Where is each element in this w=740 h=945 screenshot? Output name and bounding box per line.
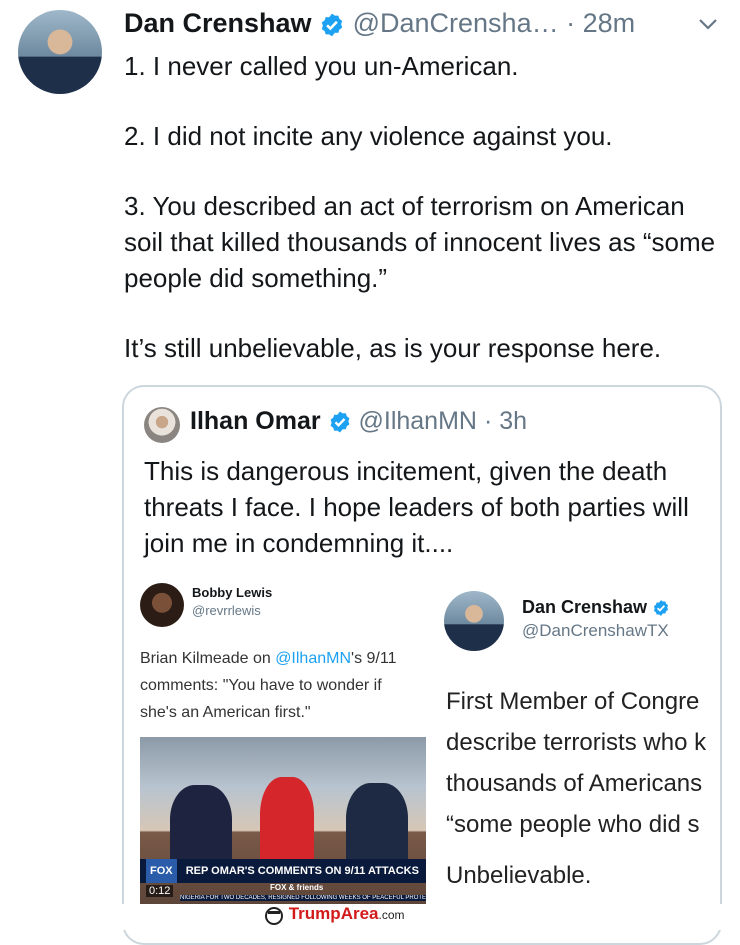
author-handle[interactable]: @DanCrensha…: [353, 8, 559, 38]
ilhan-mention-link[interactable]: @IlhanMN: [275, 650, 351, 667]
screenshot-line-1: First Member of Congre: [446, 688, 700, 715]
crenshaw-screenshot-text: First Member of Congre describe terroris…: [446, 681, 720, 896]
quoted-tweet-text: This is dangerous incitement, given the …: [144, 456, 689, 558]
screenshot-line-4: “some people who did s: [446, 811, 700, 838]
header-separator: ·: [566, 8, 576, 38]
tweet-paragraph-2: 2. I did not incite any violence against…: [124, 121, 613, 151]
screenshot-line-2: describe terrorists who k: [446, 729, 707, 756]
screenshot-line-3: thousands of Americans: [446, 770, 703, 797]
fox-network-logo: FOX: [146, 859, 177, 883]
author-avatar[interactable]: [18, 10, 102, 94]
quoted-author-handle: @IlhanMN: [358, 407, 477, 435]
video-duration: 0:12: [146, 885, 174, 897]
crenshaw-name-small: Dan Crenshaw: [522, 597, 670, 618]
watermark-tld: .com: [378, 908, 405, 922]
verified-badge-icon: [654, 600, 669, 617]
trumparea-watermark: TrumpArea.com: [264, 904, 405, 925]
crenshaw-avatar-small: [444, 591, 504, 651]
chevron-down-icon[interactable]: [697, 16, 719, 32]
watermark-brand-a: Trump: [288, 904, 341, 923]
bobby-lewis-text: Brian Kilmeade on @IlhanMN's 9/11 commen…: [140, 645, 420, 726]
quoted-tweet-header: Ilhan Omar @IlhanMN · 3h: [190, 407, 710, 436]
host-figure: [260, 777, 314, 871]
bobby-lewis-handle: @revrrlewis: [192, 603, 261, 618]
text-prefix: Brian Kilmeade on: [140, 650, 276, 667]
watermark-brand-b: Area: [340, 904, 379, 923]
chyron-text: REP OMAR'S COMMENTS ON 9/11 ATTACKS: [185, 865, 419, 877]
verified-badge-icon: [330, 411, 349, 433]
fox-video-thumbnail[interactable]: FOX REP OMAR'S COMMENTS ON 9/11 ATTACKS …: [140, 737, 426, 907]
tweet-paragraph-3: 3. You described an act of terrorism on …: [124, 191, 716, 293]
verified-badge-icon: [321, 13, 343, 37]
news-ticker: NIGERIA FOR TWO DECADES, RESIGNED FOLLOW…: [180, 895, 426, 901]
host-figure: [346, 783, 408, 871]
bobby-lewis-name: Bobby Lewis: [192, 585, 273, 600]
crenshaw-handle-small: @DanCrenshawTX: [522, 621, 669, 640]
quoted-author-name: Ilhan Omar: [190, 407, 321, 435]
quoted-separator: ·: [483, 407, 493, 435]
bobby-lewis-avatar: [140, 583, 184, 627]
program-label: FOX & friends: [270, 883, 324, 892]
quoted-timestamp: 3h: [499, 407, 528, 435]
quoted-author-avatar: [144, 407, 180, 443]
trumparea-logo-icon: [265, 906, 283, 925]
screenshot-closing: Unbelievable.: [446, 862, 592, 889]
crenshaw-name-text: Dan Crenshaw: [522, 597, 648, 617]
author-name[interactable]: Dan Crenshaw: [124, 8, 312, 38]
left-embedded-screenshot[interactable]: Bobby Lewis @revrrlewis Brian Kilmeade o…: [126, 577, 426, 907]
tweet-timestamp[interactable]: 28m: [583, 8, 636, 38]
tweet-header: Dan Crenshaw @DanCrensha… · 28m: [124, 8, 724, 44]
fox-chyron: FOX REP OMAR'S COMMENTS ON 9/11 ATTACKS: [140, 859, 426, 883]
tweet-paragraph-4: It’s still unbelievable, as is your resp…: [124, 333, 662, 363]
tweet-paragraph-1: 1. I never called you un-American.: [124, 51, 519, 81]
tweet-body: 1. I never called you un-American. 2. I …: [124, 48, 724, 366]
quoted-tweet-card[interactable]: Ilhan Omar @IlhanMN · 3h This is dangero…: [122, 385, 722, 945]
right-embedded-screenshot[interactable]: Dan Crenshaw @DanCrenshawTX First Member…: [434, 577, 720, 907]
